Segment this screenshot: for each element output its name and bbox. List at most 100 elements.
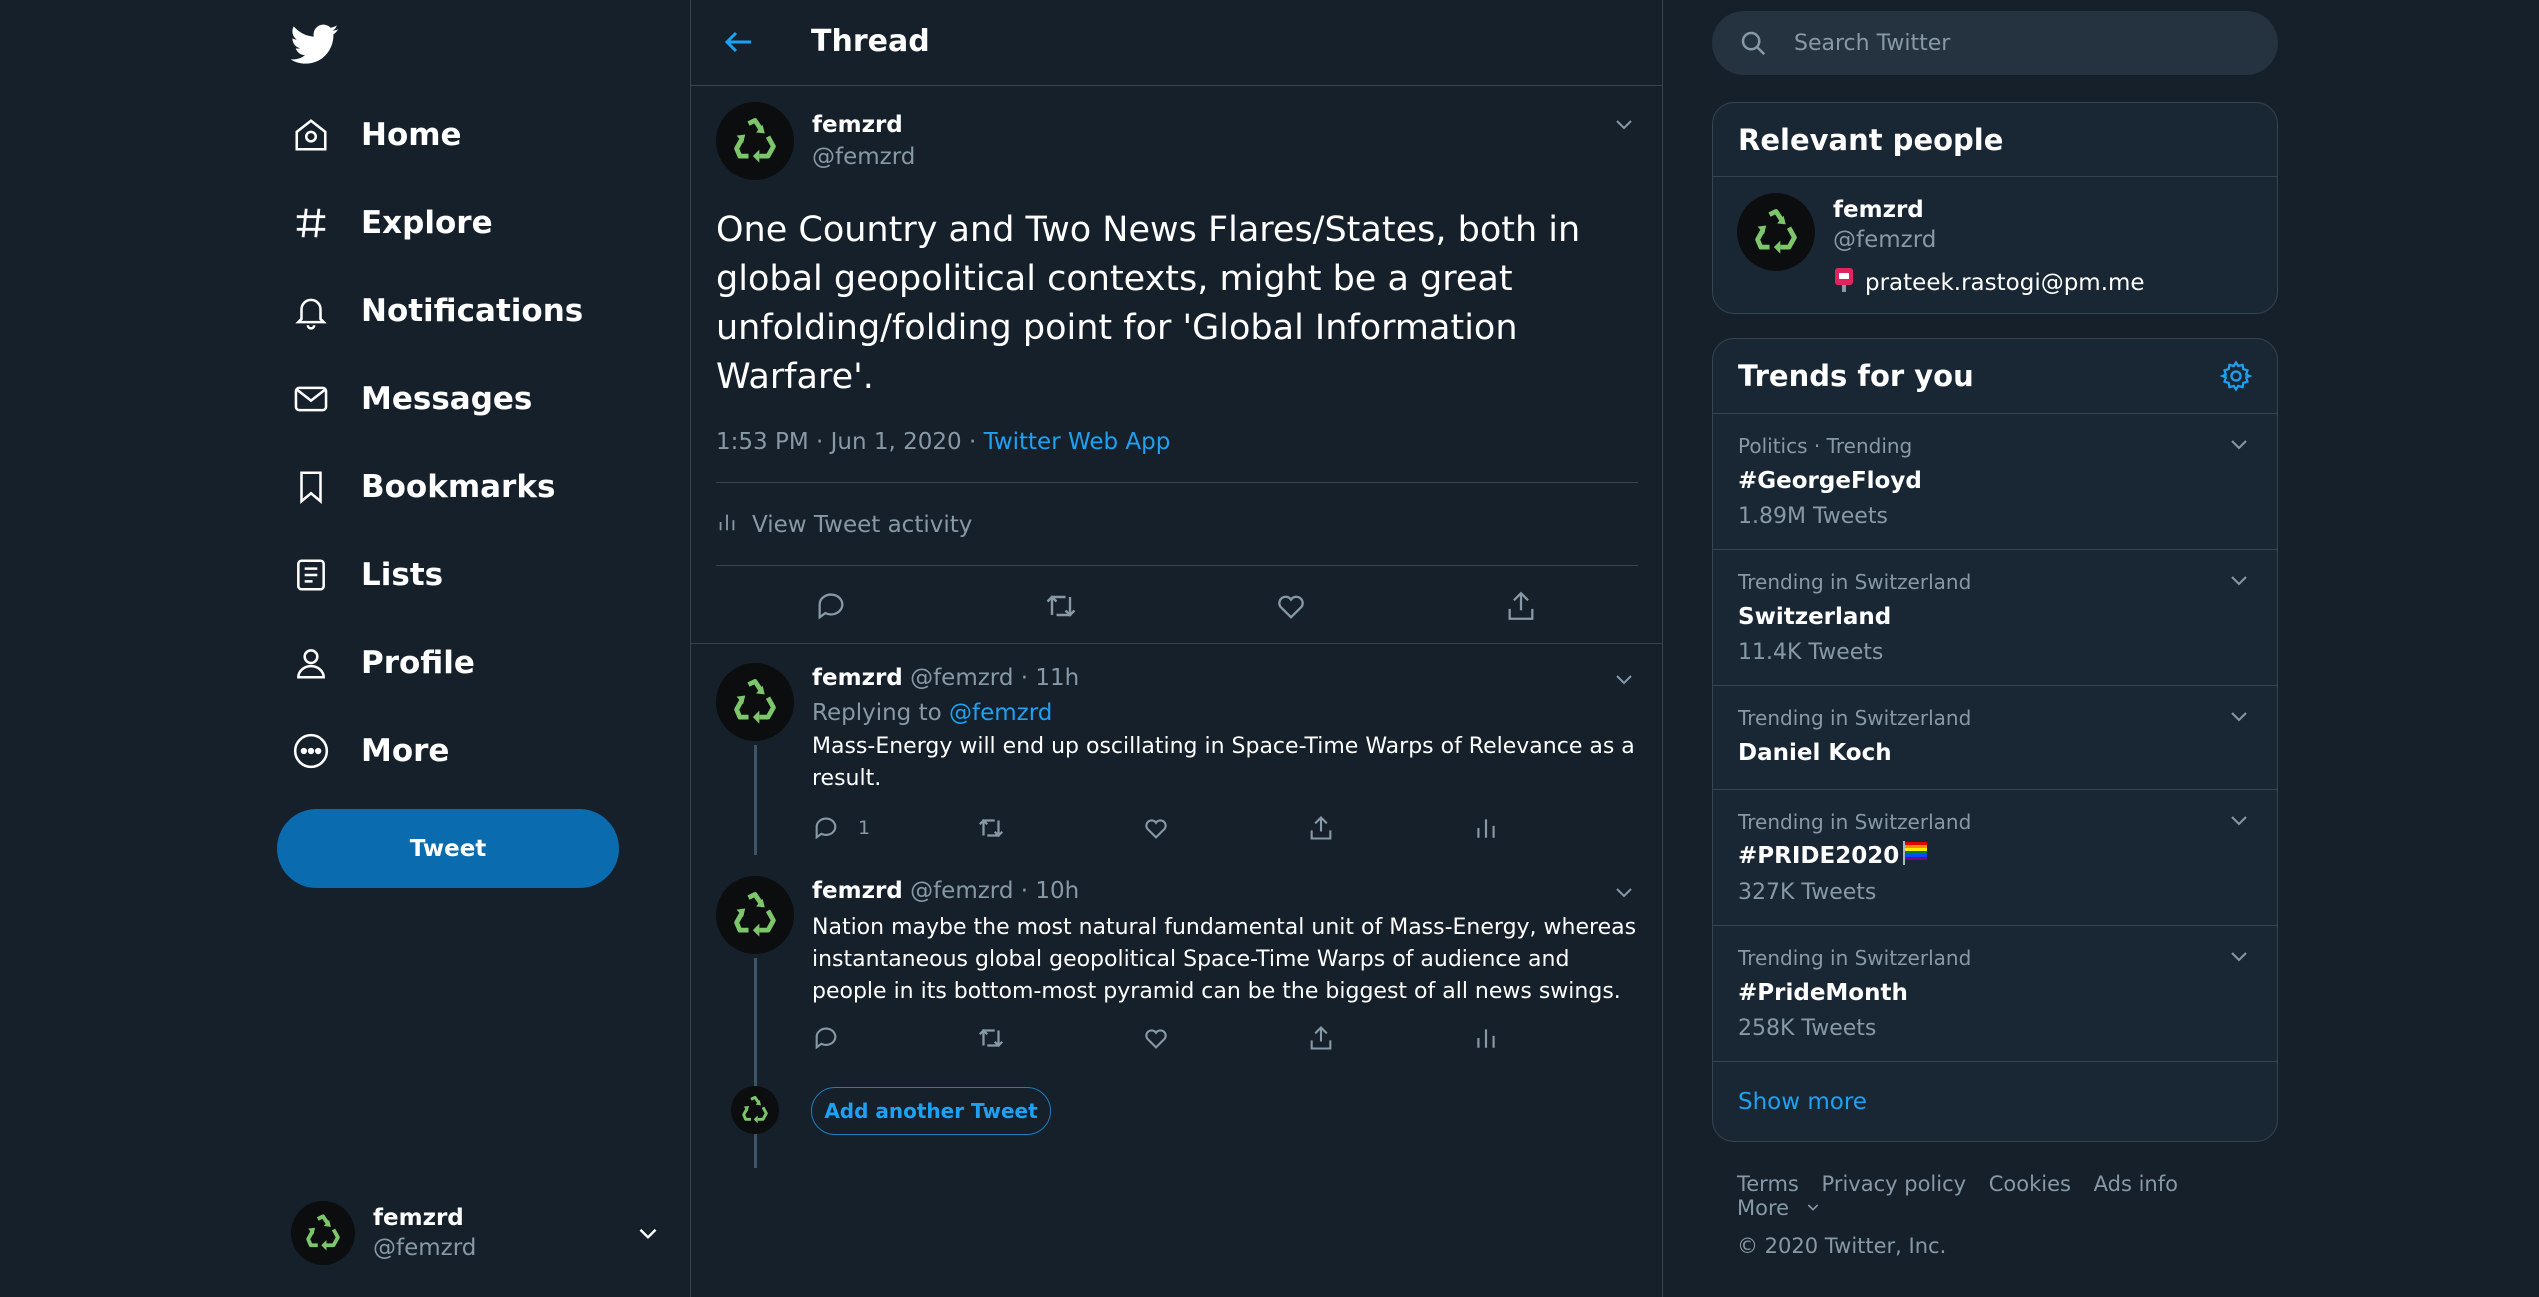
recycle-icon xyxy=(734,892,776,937)
gear-icon[interactable] xyxy=(2219,359,2253,397)
panel-title: Trends for you xyxy=(1738,359,1974,393)
account-name: femzrd xyxy=(373,1205,464,1231)
nav-messages[interactable]: Messages xyxy=(291,371,532,427)
hashtag-icon xyxy=(291,203,331,243)
footer-link-more[interactable]: More xyxy=(1737,1196,1837,1220)
person-name[interactable]: femzrd xyxy=(1833,197,1924,223)
twitter-bird-icon[interactable] xyxy=(290,20,339,68)
chevron-down-icon[interactable] xyxy=(2227,432,2251,460)
chevron-down-icon[interactable] xyxy=(2227,704,2251,732)
replying-to-handle[interactable]: @femzrd xyxy=(949,700,1052,726)
tweet-text: Nation maybe the most natural fundamenta… xyxy=(812,915,1637,1004)
home-icon xyxy=(291,115,331,155)
tweet-text: One Country and Two News Flares/States, … xyxy=(716,210,1581,397)
author-name[interactable]: femzrd xyxy=(812,112,903,138)
tweet-source-link[interactable]: Twitter Web App xyxy=(984,429,1171,455)
avatar[interactable] xyxy=(716,102,794,180)
chevron-down-icon[interactable] xyxy=(2227,944,2251,972)
chevron-down-icon[interactable] xyxy=(1612,667,1636,695)
like-icon[interactable] xyxy=(1136,808,1176,848)
avatar[interactable] xyxy=(716,876,794,954)
add-another-tweet-button[interactable]: Add another Tweet xyxy=(811,1087,1051,1135)
bar-chart-icon[interactable] xyxy=(1466,808,1506,848)
reply-icon[interactable] xyxy=(806,1018,846,1058)
reply-header: femzrd @femzrd · 10h xyxy=(812,878,1079,904)
trend-context: Trending in Switzerland xyxy=(1738,570,1972,594)
trend-count: 258K Tweets xyxy=(1738,1016,1877,1041)
chevron-down-icon[interactable] xyxy=(2227,808,2251,836)
like-icon[interactable] xyxy=(1271,586,1311,626)
trend-name: #GeorgeFloyd xyxy=(1738,468,1922,494)
nav-notifications[interactable]: Notifications xyxy=(291,283,583,339)
reply-count: 1 xyxy=(858,817,871,839)
like-icon[interactable] xyxy=(1136,1018,1176,1058)
trend-item[interactable]: Politics · Trending #GeorgeFloyd 1.89M T… xyxy=(1713,413,2277,549)
search-input[interactable] xyxy=(1794,30,2244,56)
trend-context: Trending in Switzerland xyxy=(1738,946,1972,970)
retweet-icon[interactable] xyxy=(1041,586,1081,626)
nav-profile[interactable]: Profile xyxy=(291,635,475,691)
footer-link-privacy[interactable]: Privacy policy xyxy=(1822,1172,1967,1196)
chevron-down-icon[interactable] xyxy=(1612,880,1636,908)
recycle-icon xyxy=(306,1214,340,1251)
reply-icon[interactable] xyxy=(806,808,846,848)
list-icon xyxy=(291,555,331,595)
avatar xyxy=(731,1086,779,1134)
footer-links: Terms Privacy policy Cookies Ads info Mo… xyxy=(1737,1172,2257,1220)
retweet-icon[interactable] xyxy=(971,808,1011,848)
share-icon[interactable] xyxy=(1301,1018,1341,1058)
show-more-link[interactable]: Show more xyxy=(1738,1089,1867,1115)
footer-link-terms[interactable]: Terms xyxy=(1737,1172,1799,1196)
author-name[interactable]: femzrd xyxy=(812,665,903,691)
person-icon xyxy=(291,643,331,683)
trend-item[interactable]: Trending in Switzerland #PRIDE2020 327K … xyxy=(1713,789,2277,925)
footer-link-cookies[interactable]: Cookies xyxy=(1989,1172,2071,1196)
search-icon xyxy=(1738,28,1768,58)
page-title: Thread xyxy=(811,24,930,59)
person-bio: prateek.rastogi@pm.me xyxy=(1833,267,2145,299)
nav-explore[interactable]: Explore xyxy=(291,195,493,251)
trend-name: #PrideMonth xyxy=(1738,980,1908,1006)
person-handle[interactable]: @femzrd xyxy=(1833,227,1936,253)
view-activity-link[interactable]: View Tweet activity xyxy=(716,509,972,541)
trends-panel: Trends for you Politics · Trending #Geor… xyxy=(1712,338,2278,1142)
trend-name: #PRIDE2020 xyxy=(1738,843,1900,869)
trend-item[interactable]: Trending in Switzerland Daniel Koch xyxy=(1713,685,2277,789)
chevron-down-icon[interactable] xyxy=(2227,568,2251,596)
back-arrow-icon[interactable] xyxy=(721,24,757,60)
share-icon[interactable] xyxy=(1301,808,1341,848)
rainbow-flag-icon xyxy=(1901,840,1929,872)
chevron-down-icon[interactable] xyxy=(1612,112,1636,140)
nav-bookmarks[interactable]: Bookmarks xyxy=(291,459,555,515)
tweet-button[interactable]: Tweet xyxy=(277,809,619,888)
retweet-icon[interactable] xyxy=(971,1018,1011,1058)
author-name[interactable]: femzrd xyxy=(812,878,903,904)
share-icon[interactable] xyxy=(1501,586,1541,626)
divider xyxy=(716,482,1638,483)
author-handle[interactable]: @femzrd xyxy=(812,144,915,170)
reply-icon[interactable] xyxy=(811,586,851,626)
nav-home[interactable]: Home xyxy=(291,107,462,163)
avatar[interactable] xyxy=(1737,193,1815,271)
reply-tweet: femzrd @femzrd · 10h Nation maybe the mo… xyxy=(691,860,1662,1168)
recycle-icon xyxy=(734,679,776,724)
chevron-down-icon[interactable] xyxy=(635,1220,661,1250)
view-activity-label: View Tweet activity xyxy=(752,512,973,538)
trend-item[interactable]: Trending in Switzerland Switzerland 11.4… xyxy=(1713,549,2277,685)
left-sidebar: Home Explore Notifications Messages Book… xyxy=(277,0,691,1297)
footer-link-ads-info[interactable]: Ads info xyxy=(2094,1172,2178,1196)
trend-item[interactable]: Trending in Switzerland #PrideMonth 258K… xyxy=(1713,925,2277,1061)
relevant-people-panel: Relevant people femzrd @femzrd prateek.r… xyxy=(1712,102,2278,314)
nav-lists[interactable]: Lists xyxy=(291,547,443,603)
trend-count: 1.89M Tweets xyxy=(1738,504,1888,529)
nav-label: Profile xyxy=(361,645,475,681)
bar-chart-icon[interactable] xyxy=(1466,1018,1506,1058)
nav-more[interactable]: More xyxy=(291,723,449,779)
search-bar[interactable] xyxy=(1712,11,2278,75)
reply-header: femzrd @femzrd · 11h xyxy=(812,665,1079,691)
bar-chart-icon xyxy=(716,509,738,541)
replying-to-label: Replying to xyxy=(812,700,949,726)
account-switcher[interactable]: femzrd @femzrd xyxy=(291,1198,661,1268)
trend-name: Switzerland xyxy=(1738,604,1892,630)
avatar[interactable] xyxy=(716,663,794,741)
